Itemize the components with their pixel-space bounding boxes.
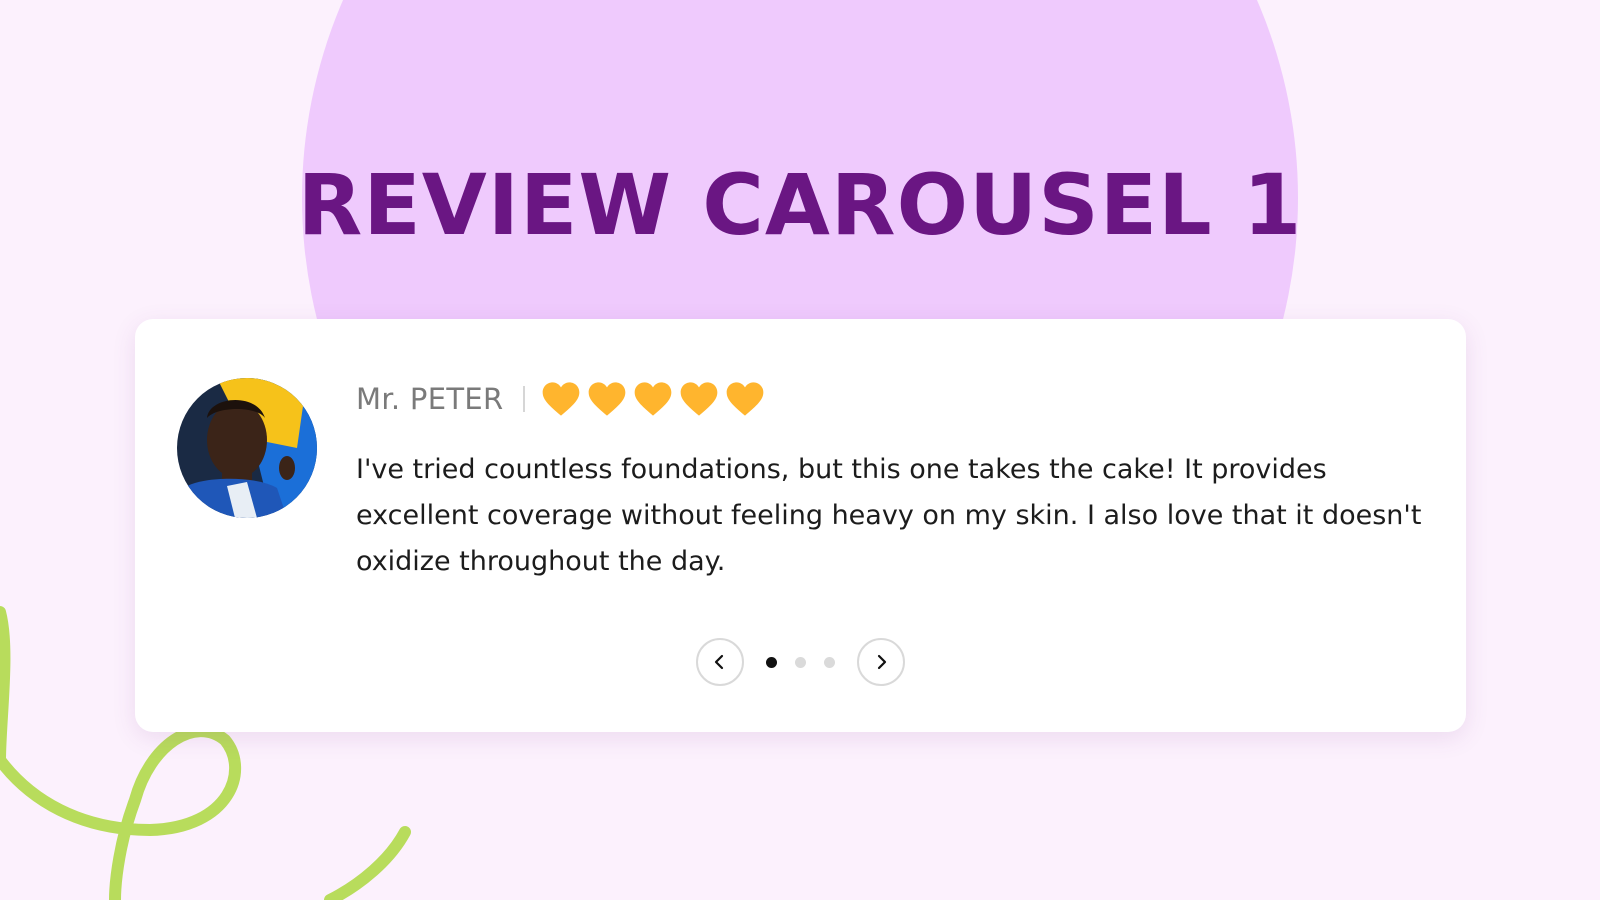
review-card: Mr. PETER I've tried countless foundatio… <box>135 319 1466 732</box>
carousel-dot[interactable] <box>824 656 835 668</box>
review-text: I've tried countless foundations, but th… <box>356 454 1422 577</box>
reviewer-name: Mr. PETER <box>356 382 504 416</box>
carousel-dot[interactable] <box>766 656 777 668</box>
heart-icon <box>681 382 718 416</box>
heart-icon <box>635 382 672 416</box>
carousel-dots <box>766 656 835 668</box>
carousel-dot[interactable] <box>795 656 806 668</box>
heart-icon <box>589 382 626 416</box>
carousel-navigation <box>135 636 1466 688</box>
next-button[interactable] <box>857 638 905 686</box>
chevron-right-icon <box>877 654 887 670</box>
heart-icon <box>543 382 580 416</box>
page-title: REVIEW CAROUSEL 1 <box>297 156 1303 254</box>
header-divider <box>523 386 526 412</box>
heart-icon <box>727 382 764 416</box>
prev-button[interactable] <box>696 638 744 686</box>
chevron-left-icon <box>714 654 724 670</box>
review-header: Mr. PETER <box>356 377 765 421</box>
avatar <box>177 378 317 518</box>
rating-hearts <box>541 380 765 418</box>
